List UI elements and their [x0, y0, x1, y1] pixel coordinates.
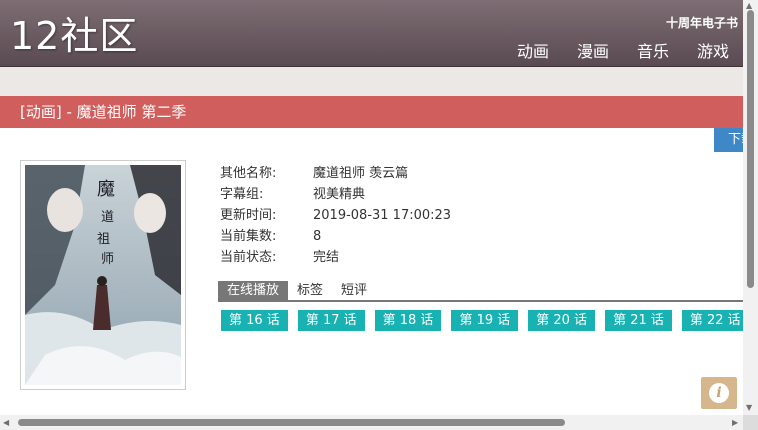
- sub-header-strip: [0, 67, 743, 96]
- arrow-up-icon[interactable]: ▲: [746, 2, 752, 10]
- info-button[interactable]: i: [701, 377, 737, 409]
- info-label: 字幕组:: [220, 187, 264, 202]
- arrow-down-icon[interactable]: ▼: [746, 404, 752, 412]
- arrow-right-icon[interactable]: ▶: [732, 419, 738, 427]
- svg-text:师: 师: [101, 252, 114, 267]
- content-tabs: 在线播放 标签 短评: [218, 281, 743, 302]
- tab-online-play[interactable]: 在线播放: [218, 281, 289, 300]
- info-value: 完结: [313, 250, 340, 265]
- episode-button[interactable]: 第 16 话: [221, 310, 288, 331]
- episode-list: 第 16 话第 17 话第 18 话第 19 话第 20 话第 21 话第 22…: [221, 309, 743, 331]
- nav-music[interactable]: 音乐: [637, 38, 669, 62]
- svg-text:祖: 祖: [97, 232, 110, 247]
- page-title: [动画] - 魔道祖师 第二季: [0, 96, 743, 128]
- episode-button[interactable]: 第 18 话: [374, 310, 442, 331]
- main-nav: 动画 漫画 音乐 游戏: [517, 38, 729, 62]
- info-value: 8: [313, 229, 322, 244]
- info-label: 其他名称:: [220, 166, 277, 181]
- info-value: 视美精典: [313, 187, 366, 202]
- episode-button[interactable]: 第 17 话: [297, 310, 365, 331]
- arrow-left-icon[interactable]: ◀: [3, 419, 9, 427]
- info-label: 当前集数:: [220, 229, 277, 244]
- info-value: 2019-08-31 17:00:23: [313, 208, 452, 223]
- anniversary-ebook-link[interactable]: 十周年电子书: [666, 14, 738, 31]
- nav-manga[interactable]: 漫画: [577, 38, 609, 62]
- download-button[interactable]: 下载: [714, 128, 743, 152]
- cover-title-text: 魔: [97, 179, 115, 200]
- tab-reviews[interactable]: 短评: [332, 281, 376, 300]
- nav-games[interactable]: 游戏: [697, 38, 729, 62]
- vertical-scroll-thumb[interactable]: [747, 10, 754, 288]
- tab-tags[interactable]: 标签: [288, 281, 332, 300]
- site-header: 12社区 十周年电子书 动画 漫画 音乐 游戏: [0, 0, 743, 67]
- site-logo[interactable]: 12社区: [10, 14, 138, 58]
- svg-text:道: 道: [101, 210, 114, 225]
- episode-button[interactable]: 第 20 话: [528, 310, 596, 331]
- episode-button[interactable]: 第 22 话: [681, 310, 743, 331]
- info-row: 字幕组: 视美精典: [220, 184, 451, 205]
- info-label: 当前状态:: [220, 250, 277, 265]
- info-label: 更新时间:: [220, 208, 277, 223]
- cover-illustration: 魔 道 祖 师: [25, 165, 181, 385]
- cover-image: 魔 道 祖 师: [20, 160, 186, 390]
- nav-anime[interactable]: 动画: [517, 38, 549, 62]
- anime-info: 其他名称: 魔道祖师 羡云篇 字幕组: 视美精典 更新时间: 2019-08-3…: [220, 163, 451, 268]
- horizontal-scroll-thumb[interactable]: [18, 419, 565, 426]
- info-value: 魔道祖师 羡云篇: [313, 166, 409, 181]
- episode-button[interactable]: 第 21 话: [605, 310, 672, 331]
- scrollbar-corner: [743, 415, 758, 430]
- info-row: 当前集数: 8: [220, 226, 451, 247]
- info-row: 更新时间: 2019-08-31 17:00:23: [220, 205, 451, 226]
- info-icon: i: [709, 383, 729, 403]
- info-row: 当前状态: 完结: [220, 247, 451, 268]
- info-row: 其他名称: 魔道祖师 羡云篇: [220, 163, 451, 184]
- episode-button[interactable]: 第 19 话: [451, 310, 519, 331]
